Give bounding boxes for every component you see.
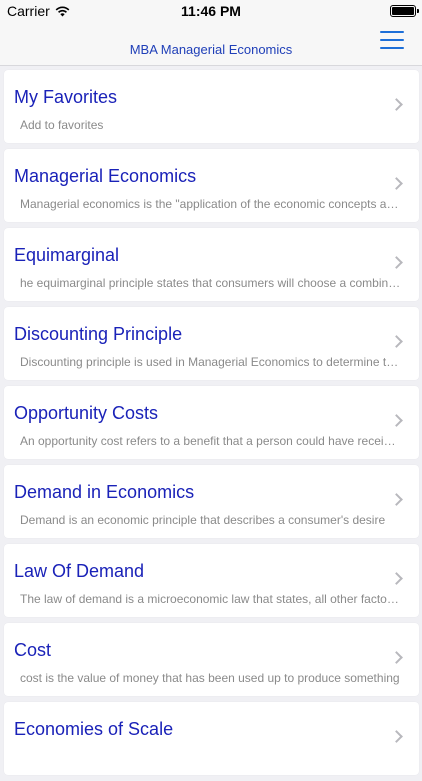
list-item-equimarginal[interactable]: Equimarginal he equimarginal principle s… [4, 228, 419, 301]
list-item-subtitle: The law of demand is a microeconomic law… [20, 592, 401, 606]
list-item-title: Opportunity Costs [14, 403, 159, 423]
chevron-right-icon [390, 98, 403, 111]
list-item-cost[interactable]: Cost cost is the value of money that has… [4, 623, 419, 696]
list-item-law-of-demand[interactable]: Law Of Demand The law of demand is a mic… [4, 544, 419, 617]
status-time: 11:46 PM [181, 3, 241, 19]
list-item-subtitle: he equimarginal principle states that co… [20, 276, 401, 290]
status-bar: Carrier 11:46 PM [0, 0, 422, 22]
list-item-title: Demand in Economics [14, 482, 195, 502]
list-item-subtitle: Demand is an economic principle that des… [20, 513, 386, 527]
list-item-title: Discounting Principle [14, 324, 183, 344]
chevron-right-icon [390, 177, 403, 190]
page-title: MBA Managerial Economics [129, 42, 293, 57]
list-item-title: My Favorites [14, 87, 118, 107]
list-item-economies-of-scale[interactable]: Economies of Scale [4, 702, 419, 775]
list-item-subtitle: Add to favorites [20, 118, 104, 132]
navigation-bar: MBA Managerial Economics [0, 22, 422, 66]
battery-icon [390, 5, 419, 17]
list-item-subtitle: An opportunity cost refers to a benefit … [20, 434, 401, 448]
list-item-title: Economies of Scale [14, 719, 174, 739]
chevron-right-icon [390, 256, 403, 269]
list-item-title: Managerial Economics [14, 166, 197, 186]
chevron-right-icon [390, 572, 403, 585]
chevron-right-icon [390, 414, 403, 427]
list-item-subtitle: Discounting principle is used in Manager… [20, 355, 401, 369]
list-item-opportunity-costs[interactable]: Opportunity Costs An opportunity cost re… [4, 386, 419, 459]
list-item-my-favorites[interactable]: My Favorites Add to favorites [4, 70, 419, 143]
list-item-title: Cost [14, 640, 52, 660]
list-item-subtitle: Managerial economics is the "application… [20, 197, 401, 211]
topic-list: My Favorites Add to favorites Managerial… [4, 70, 419, 781]
list-item-demand-in-economics[interactable]: Demand in Economics Demand is an economi… [4, 465, 419, 538]
hamburger-icon[interactable] [380, 31, 404, 49]
chevron-right-icon [390, 651, 403, 664]
chevron-right-icon [390, 730, 403, 743]
chevron-right-icon [390, 335, 403, 348]
list-item-discounting-principle[interactable]: Discounting Principle Discounting princi… [4, 307, 419, 380]
list-item-title: Law Of Demand [14, 561, 145, 581]
list-item-title: Equimarginal [14, 245, 120, 265]
chevron-right-icon [390, 493, 403, 506]
list-item-managerial-economics[interactable]: Managerial Economics Managerial economic… [4, 149, 419, 222]
list-item-subtitle: cost is the value of money that has been… [20, 671, 400, 685]
